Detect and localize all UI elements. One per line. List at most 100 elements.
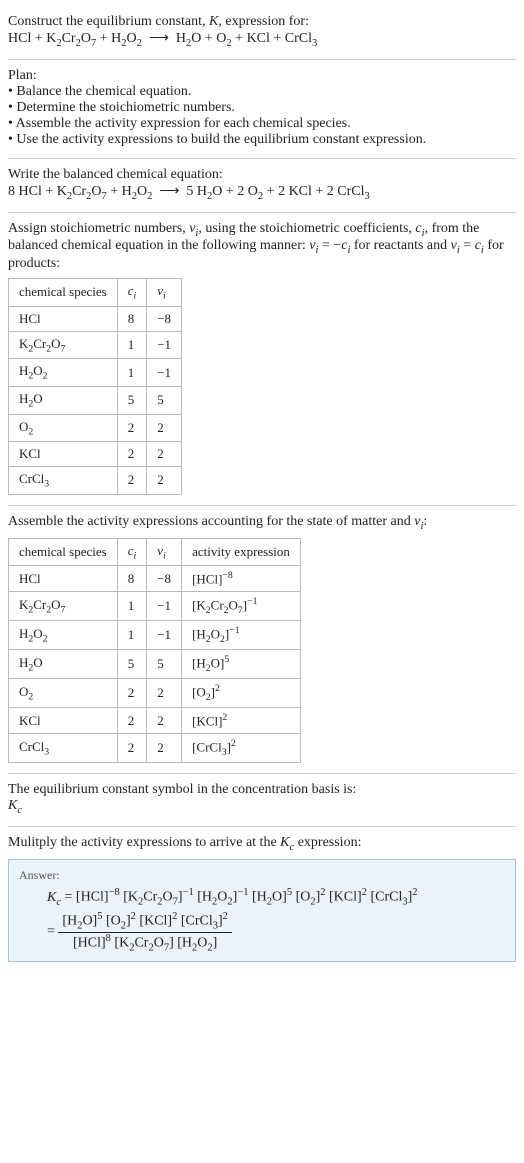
- table-row: H2O21−1[H2O2]−1: [9, 621, 301, 650]
- table-row: KCl22[KCl]2: [9, 708, 301, 734]
- table-row: KCl22: [9, 442, 182, 467]
- cell-activity: [HCl]−8: [182, 566, 301, 592]
- cell-species: HCl: [9, 566, 118, 592]
- answer-line2: = [H2O]5 [O2]2 [KCl]2 [CrCl3]2 [HCl]8 [K…: [47, 911, 505, 953]
- cell-vi: 2: [147, 734, 182, 763]
- plan-item: • Use the activity expressions to build …: [8, 132, 516, 148]
- table-row: K2Cr2O71−1[K2Cr2O7]−1: [9, 592, 301, 621]
- plan-item-text: Balance the chemical equation.: [16, 84, 191, 99]
- table-row: O222: [9, 414, 182, 442]
- activity-text: Assemble the activity expressions accoun…: [8, 514, 516, 532]
- answer-fraction: [H2O]5 [O2]2 [KCl]2 [CrCl3]2 [HCl]8 [K2C…: [58, 911, 232, 953]
- assign-text: Assign stoichiometric numbers, νi, using…: [8, 221, 516, 273]
- plan-heading: Plan:: [8, 68, 516, 84]
- answer-line1: Kc = [HCl]−8 [K2Cr2O7]−1 [H2O2]−1 [H2O]5…: [47, 887, 505, 907]
- cell-species: KCl: [9, 708, 118, 734]
- answer-label: Answer:: [19, 868, 505, 883]
- cell-species: H2O2: [9, 359, 118, 387]
- intro-equation: HCl + K2Cr2O7 + H2O2 ⟶ H2O + O2 + KCl + …: [8, 30, 516, 49]
- plan-item-text: Assemble the activity expression for eac…: [16, 116, 351, 131]
- stoich-table: chemical species ci νi HCl8−8 K2Cr2O71−1…: [8, 278, 182, 495]
- assign-block: Assign stoichiometric numbers, νi, using…: [8, 213, 516, 506]
- balanced-heading: Write the balanced chemical equation:: [8, 167, 516, 183]
- intro-block: Construct the equilibrium constant, K, e…: [8, 6, 516, 60]
- col-ci: ci: [117, 538, 147, 566]
- intro-title: Construct the equilibrium constant, K, e…: [8, 14, 516, 30]
- cell-ci: 1: [117, 359, 147, 387]
- cell-activity: [H2O]5: [182, 650, 301, 679]
- cell-ci: 2: [117, 467, 147, 495]
- table-row: H2O21−1: [9, 359, 182, 387]
- cell-activity: [KCl]2: [182, 708, 301, 734]
- equals-sign: =: [47, 925, 58, 940]
- cell-activity: [K2Cr2O7]−1: [182, 592, 301, 621]
- table-row: H2O55[H2O]5: [9, 650, 301, 679]
- col-vi: νi: [147, 538, 182, 566]
- cell-vi: −8: [147, 566, 182, 592]
- cell-ci: 2: [117, 708, 147, 734]
- plan-block: Plan: • Balance the chemical equation. •…: [8, 60, 516, 159]
- cell-vi: 2: [147, 708, 182, 734]
- symbol-kc: Kc: [8, 798, 516, 816]
- activity-table: chemical species ci νi activity expressi…: [8, 538, 301, 764]
- cell-vi: 2: [147, 442, 182, 467]
- cell-vi: −8: [147, 306, 182, 331]
- cell-ci: 1: [117, 621, 147, 650]
- cell-species: O2: [9, 414, 118, 442]
- col-activity-expression: activity expression: [182, 538, 301, 566]
- cell-species: H2O: [9, 650, 118, 679]
- answer-block: Mulitply the activity expressions to arr…: [8, 827, 516, 972]
- cell-species: CrCl3: [9, 467, 118, 495]
- balanced-block: Write the balanced chemical equation: 8 …: [8, 159, 516, 213]
- cell-vi: 5: [147, 386, 182, 414]
- cell-species: HCl: [9, 306, 118, 331]
- cell-species: H2O2: [9, 621, 118, 650]
- table-row: O222[O2]2: [9, 679, 301, 708]
- table-row: HCl8−8[HCl]−8: [9, 566, 301, 592]
- cell-ci: 1: [117, 331, 147, 359]
- cell-species: CrCl3: [9, 734, 118, 763]
- cell-ci: 8: [117, 306, 147, 331]
- cell-ci: 2: [117, 734, 147, 763]
- col-species: chemical species: [9, 279, 118, 307]
- cell-vi: −1: [147, 331, 182, 359]
- cell-species: K2Cr2O7: [9, 331, 118, 359]
- table-row: CrCl322[CrCl3]2: [9, 734, 301, 763]
- plan-item-text: Determine the stoichiometric numbers.: [16, 100, 235, 115]
- cell-vi: −1: [147, 592, 182, 621]
- plan-item: • Assemble the activity expression for e…: [8, 116, 516, 132]
- table-header-row: chemical species ci νi: [9, 279, 182, 307]
- symbol-text: The equilibrium constant symbol in the c…: [8, 782, 516, 798]
- cell-vi: 2: [147, 679, 182, 708]
- cell-activity: [CrCl3]2: [182, 734, 301, 763]
- answer-box: Answer: Kc = [HCl]−8 [K2Cr2O7]−1 [H2O2]−…: [8, 859, 516, 962]
- cell-activity: [O2]2: [182, 679, 301, 708]
- symbol-block: The equilibrium constant symbol in the c…: [8, 774, 516, 827]
- plan-item: • Determine the stoichiometric numbers.: [8, 100, 516, 116]
- cell-species: KCl: [9, 442, 118, 467]
- multiply-text: Mulitply the activity expressions to arr…: [8, 835, 516, 853]
- table-header-row: chemical species ci νi activity expressi…: [9, 538, 301, 566]
- cell-vi: −1: [147, 359, 182, 387]
- cell-ci: 8: [117, 566, 147, 592]
- plan-item-text: Use the activity expressions to build th…: [16, 132, 426, 147]
- activity-block: Assemble the activity expressions accoun…: [8, 506, 516, 775]
- table-row: H2O55: [9, 386, 182, 414]
- cell-ci: 2: [117, 442, 147, 467]
- table-row: CrCl322: [9, 467, 182, 495]
- cell-species: O2: [9, 679, 118, 708]
- cell-vi: 5: [147, 650, 182, 679]
- col-ci: ci: [117, 279, 147, 307]
- cell-activity: [H2O2]−1: [182, 621, 301, 650]
- cell-ci: 1: [117, 592, 147, 621]
- cell-species: H2O: [9, 386, 118, 414]
- balanced-equation: 8 HCl + K2Cr2O7 + H2O2 ⟶ 5 H2O + 2 O2 + …: [8, 183, 516, 202]
- plan-item: • Balance the chemical equation.: [8, 84, 516, 100]
- col-species: chemical species: [9, 538, 118, 566]
- table-row: HCl8−8: [9, 306, 182, 331]
- cell-species: K2Cr2O7: [9, 592, 118, 621]
- cell-ci: 5: [117, 650, 147, 679]
- table-row: K2Cr2O71−1: [9, 331, 182, 359]
- fraction-denominator: [HCl]8 [K2Cr2O7] [H2O2]: [58, 933, 232, 953]
- cell-ci: 2: [117, 679, 147, 708]
